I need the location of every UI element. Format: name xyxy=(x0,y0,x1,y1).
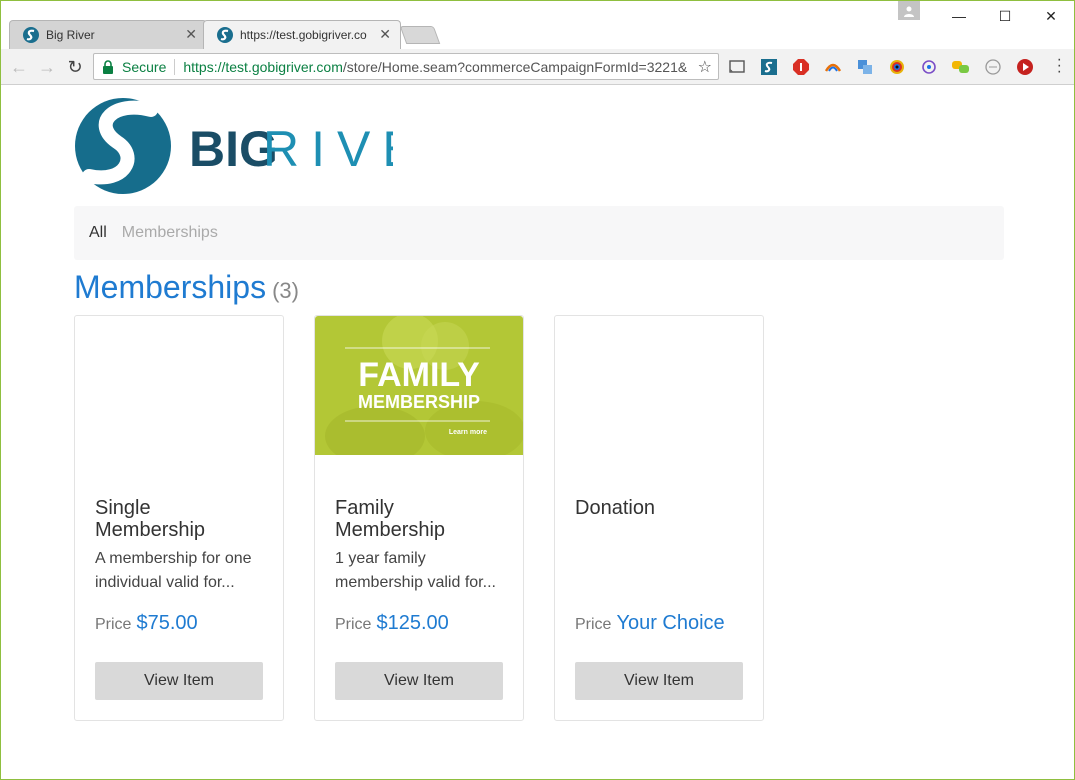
tab-title: Big River xyxy=(46,27,95,42)
price-label: Price xyxy=(95,616,132,633)
rainbow-extension-icon[interactable] xyxy=(824,58,842,76)
section-heading: Memberships (3) xyxy=(74,269,299,306)
view-item-button[interactable]: View Item xyxy=(575,662,743,700)
new-tab-button[interactable] xyxy=(399,26,441,44)
url-path: /store/Home.seam?commerceCampaignFormId=… xyxy=(342,58,688,75)
tab-strip: Big River ✕ https://test.gobigriver.co ✕… xyxy=(1,1,1074,49)
category-memberships[interactable]: Memberships xyxy=(122,224,218,242)
lock-icon xyxy=(103,59,113,74)
secure-label: Secure xyxy=(122,58,167,75)
image-heading-membership: MEMBERSHIP xyxy=(358,392,480,412)
price-label: Price xyxy=(335,616,372,633)
item-price: Price $75.00 xyxy=(95,612,198,635)
bigriver-favicon-icon xyxy=(23,26,39,43)
maximize-icon[interactable]: ☐ xyxy=(982,1,1028,31)
item-description: 1 year family membership valid for... xyxy=(335,550,496,591)
logo-river-text: RIVER xyxy=(263,121,393,177)
category-nav: All Memberships xyxy=(74,206,1004,260)
store-page: BIG RIVER All Memberships Memberships (3… xyxy=(1,86,1074,779)
forward-icon[interactable]: → xyxy=(37,57,57,77)
product-card-family-membership: FAMILY MEMBERSHIP Learn more Family Memb… xyxy=(314,315,524,721)
item-price: Price $125.00 xyxy=(335,612,449,635)
image-learn-more: Learn more xyxy=(449,429,487,436)
tab-store[interactable]: https://test.gobigriver.co ✕ xyxy=(203,20,401,49)
item-title[interactable]: Family Membership xyxy=(335,497,505,541)
tab-big-river[interactable]: Big River ✕ xyxy=(9,20,207,49)
back-icon[interactable]: ← xyxy=(9,57,29,77)
image-heading-family: FAMILY xyxy=(358,356,480,394)
item-title[interactable]: Donation xyxy=(575,497,745,519)
browser-menu-icon[interactable]: · · · xyxy=(1057,52,1062,80)
target-extension-icon[interactable] xyxy=(920,58,938,76)
item-title[interactable]: Single Membership xyxy=(95,497,265,541)
family-membership-image[interactable]: FAMILY MEMBERSHIP Learn more xyxy=(315,316,523,455)
address-bar[interactable]: Secure https://test.gobigriver.com/store… xyxy=(93,53,719,80)
minimize-icon[interactable]: — xyxy=(936,1,982,31)
product-card-single-membership: Single Membership A membership for one i… xyxy=(74,315,284,721)
chat-extension-icon[interactable] xyxy=(952,58,970,76)
close-tab-icon[interactable]: ✕ xyxy=(379,27,391,41)
close-tab-icon[interactable]: ✕ xyxy=(185,27,197,41)
browser-window: Big River ✕ https://test.gobigriver.co ✕… xyxy=(0,0,1075,780)
bigriver-favicon-icon xyxy=(217,26,233,43)
bookmark-star-icon[interactable]: ☆ xyxy=(693,57,712,77)
profile-icon[interactable] xyxy=(898,1,920,20)
big-river-logo[interactable]: BIG RIVER xyxy=(73,96,393,196)
item-price: Price Your Choice xyxy=(575,612,725,635)
view-item-button[interactable]: View Item xyxy=(95,662,263,700)
tab-title: https://test.gobigriver.co xyxy=(240,27,367,42)
bigriver-extension-icon[interactable] xyxy=(760,58,778,76)
price-value: $75.00 xyxy=(136,612,198,634)
adblock-icon[interactable] xyxy=(792,58,810,76)
item-description: A membership for one individual valid fo… xyxy=(95,550,252,591)
reload-icon[interactable]: ↻ xyxy=(65,57,85,77)
omnibox-divider xyxy=(174,58,176,75)
color-picker-extension-icon[interactable] xyxy=(888,58,906,76)
browser-toolbar: ← → ↻ Secure https://test.gobigriver.com… xyxy=(1,49,1074,85)
section-title: Memberships xyxy=(74,269,267,305)
section-count: (3) xyxy=(272,278,299,303)
cast-icon[interactable] xyxy=(728,58,746,76)
product-card-donation: Donation Price Your Choice View Item xyxy=(554,315,764,721)
url-host: https://test.gobigriver.com xyxy=(183,58,343,75)
video-extension-icon[interactable] xyxy=(1016,58,1034,76)
view-item-button[interactable]: View Item xyxy=(335,662,503,700)
price-value: $125.00 xyxy=(376,612,449,634)
category-all[interactable]: All xyxy=(89,224,107,242)
price-value: Your Choice xyxy=(616,612,725,634)
close-window-icon[interactable]: ✕ xyxy=(1028,1,1074,31)
timer-extension-icon[interactable] xyxy=(984,58,1002,76)
price-label: Price xyxy=(575,616,612,633)
window-controls: — ☐ ✕ xyxy=(898,1,1074,31)
translate-extension-icon[interactable] xyxy=(856,58,874,76)
